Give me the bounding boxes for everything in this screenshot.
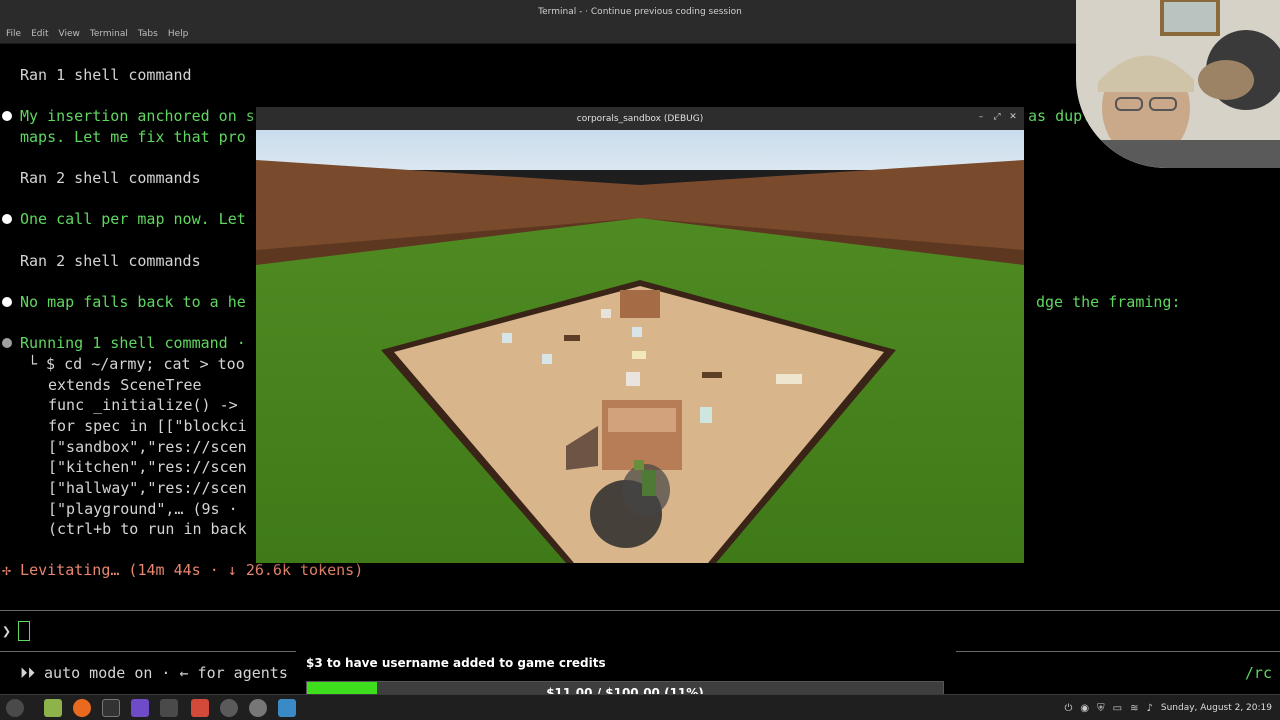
firefox-icon[interactable]	[73, 699, 91, 717]
prompt-icon: ❯	[2, 622, 12, 640]
game-viewport[interactable]	[256, 130, 1024, 563]
rc-label: /rc	[1244, 664, 1272, 682]
menu-icon[interactable]	[6, 699, 24, 717]
display-icon[interactable]: ▭	[1113, 703, 1122, 714]
insertion-message: My insertion anchored on s	[20, 107, 255, 125]
divider	[0, 610, 1280, 611]
volume-icon[interactable]: ♪	[1146, 703, 1152, 714]
shield-icon[interactable]: ⛨	[1097, 703, 1105, 714]
code-line: ["sandbox","res://scen	[48, 438, 247, 456]
command-line: └ $ cd ~/army; cat > too	[28, 355, 245, 373]
menu-file[interactable]: File	[6, 29, 21, 39]
taskbar: ⏻ ◉ ⛨ ▭ ≋ ♪ Sunday, August 2, 20:19	[0, 694, 1280, 720]
code-line: func _initialize() ->	[48, 396, 238, 414]
donation-title: $3 to have username added to game credit…	[306, 656, 606, 670]
wifi-icon[interactable]: ≋	[1130, 703, 1138, 714]
bullet-icon	[2, 297, 12, 307]
running-command: Running 1 shell command ·	[20, 334, 246, 352]
ran-two-commands: Ran 2 shell commands	[20, 252, 201, 270]
bullet-icon	[2, 338, 12, 348]
menu-help[interactable]: Help	[168, 29, 189, 39]
ran-one-command: Ran 1 shell command	[20, 66, 192, 84]
close-icon[interactable]: ✕	[1008, 112, 1018, 122]
terminal-title: Terminal - · Continue previous coding se…	[538, 7, 742, 17]
code-line: for spec in [["blockci	[48, 417, 247, 435]
power-icon[interactable]: ⏻	[1064, 703, 1072, 714]
minimize-icon[interactable]: –	[976, 112, 986, 122]
auto-mode-status: ⏵⏵ auto mode on · ← for agents	[20, 664, 288, 682]
status-levitating: ✢ Levitating… (14m 44s · ↓ 26.6k tokens)	[2, 561, 364, 579]
game-title: corporals_sandbox (DEBUG)	[576, 113, 704, 124]
no-map-message-tail: dge the framing:	[1036, 293, 1181, 311]
code-line: ["hallway","res://scen	[48, 479, 247, 497]
game-titlebar[interactable]: corporals_sandbox (DEBUG) – ⤢ ✕	[256, 107, 1024, 130]
input-cursor[interactable]	[18, 621, 30, 641]
clock[interactable]: Sunday, August 2, 20:19	[1161, 703, 1272, 713]
code-line: ["playground",… (9s ·	[48, 500, 247, 518]
webcam-feed	[1076, 0, 1280, 168]
code-line: (ctrl+b to run in back	[48, 520, 247, 538]
chrome-icon[interactable]	[278, 699, 296, 717]
menu-view[interactable]: View	[59, 29, 80, 39]
godot-icon[interactable]	[220, 699, 238, 717]
code-line: ["kitchen","res://scen	[48, 458, 247, 476]
code-line: extends SceneTree	[48, 376, 202, 394]
files-icon[interactable]	[44, 699, 62, 717]
menu-terminal[interactable]: Terminal	[90, 29, 128, 39]
maximize-icon[interactable]: ⤢	[992, 112, 1002, 122]
menu-edit[interactable]: Edit	[31, 29, 48, 39]
bullet-icon	[2, 214, 12, 224]
system-tray: ⏻ ◉ ⛨ ▭ ≋ ♪ Sunday, August 2, 20:19	[1064, 695, 1272, 720]
ran-two-commands: Ran 2 shell commands	[20, 169, 201, 187]
game-window[interactable]: corporals_sandbox (DEBUG) – ⤢ ✕	[256, 107, 1024, 563]
menu-tabs[interactable]: Tabs	[138, 29, 158, 39]
editor-icon[interactable]	[160, 699, 178, 717]
maps-fix-message: maps. Let me fix that pro	[20, 128, 246, 146]
terminal-icon[interactable]	[102, 699, 120, 717]
bullet-icon	[2, 111, 12, 121]
pdf-icon[interactable]	[191, 699, 209, 717]
discord-icon[interactable]: ◉	[1080, 703, 1089, 714]
one-call-message: One call per map now. Let	[20, 210, 246, 228]
settings-icon[interactable]	[249, 699, 267, 717]
obs-icon[interactable]	[131, 699, 149, 717]
no-map-message: No map falls back to a he	[20, 293, 246, 311]
